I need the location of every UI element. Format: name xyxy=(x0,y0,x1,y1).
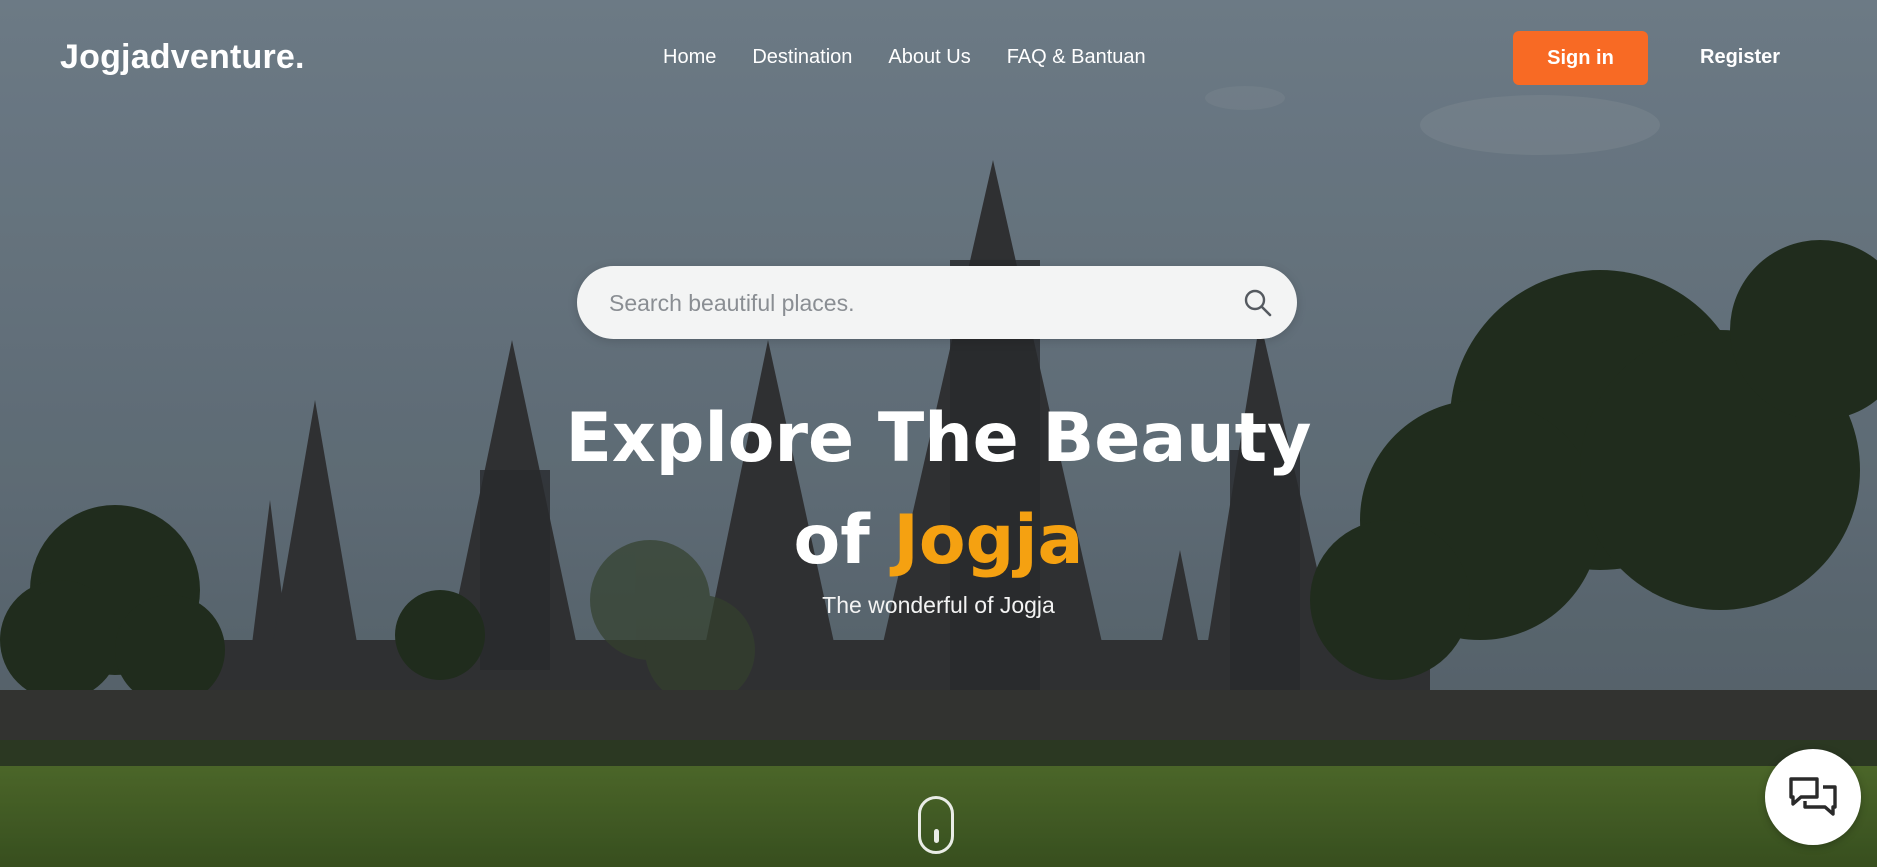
nav-home-link[interactable]: Home xyxy=(663,46,716,69)
search-icon[interactable] xyxy=(1243,288,1273,323)
hero-title: Explore The Beauty of Jogja xyxy=(0,388,1877,592)
nav-about-us-link[interactable]: About Us xyxy=(888,46,970,69)
nav-destination-link[interactable]: Destination xyxy=(752,46,852,69)
search-input[interactable] xyxy=(607,266,1211,341)
nav-faq-link[interactable]: FAQ & Bantuan xyxy=(1007,46,1146,69)
scroll-mouse-icon[interactable] xyxy=(918,796,954,854)
search-bar xyxy=(577,266,1297,341)
chat-button[interactable] xyxy=(1765,749,1861,845)
hero-title-line2: of Jogja xyxy=(0,490,1877,592)
register-link[interactable]: Register xyxy=(1700,46,1780,69)
hero-title-accent: Jogja xyxy=(893,501,1084,580)
main-nav: Home Destination About Us FAQ & Bantuan xyxy=(663,46,1182,69)
scroll-wheel-dot xyxy=(934,829,939,843)
hero-subtitle: The wonderful of Jogja xyxy=(822,592,1055,618)
hero-title-line1: Explore The Beauty xyxy=(565,399,1312,478)
sign-in-button[interactable]: Sign in xyxy=(1513,31,1648,85)
hero-title-prefix: of xyxy=(793,501,870,580)
chat-icon xyxy=(1789,777,1837,816)
site-logo[interactable]: Jogjadventure. xyxy=(60,38,305,77)
